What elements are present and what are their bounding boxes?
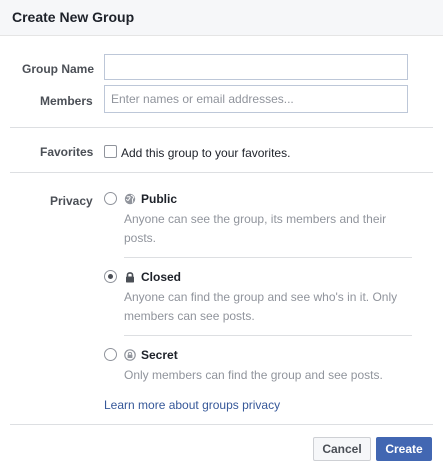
option-divider <box>124 257 412 258</box>
globe-icon <box>124 193 136 205</box>
section-divider <box>10 172 433 173</box>
learn-more-privacy-link[interactable]: Learn more about groups privacy <box>104 398 280 412</box>
lock-icon <box>126 272 134 283</box>
privacy-closed-title[interactable]: Closed <box>141 270 181 284</box>
favorites-checkbox-label[interactable]: Add this group to your favorites. <box>121 146 290 160</box>
privacy-public-radio[interactable] <box>104 192 117 205</box>
privacy-closed-radio[interactable] <box>104 270 117 283</box>
section-divider <box>10 127 433 128</box>
secret-lock-icon <box>124 349 136 361</box>
group-name-label: Group Name <box>22 62 95 76</box>
privacy-label: Privacy <box>50 194 93 208</box>
create-button[interactable]: Create <box>376 437 432 461</box>
dialog-header: Create New Group <box>0 0 443 36</box>
favorites-label: Favorites <box>40 145 94 159</box>
dialog-title: Create New Group <box>12 9 135 25</box>
favorites-checkbox[interactable] <box>104 145 117 158</box>
create-group-dialog: Create New Group Group Name Members Favo… <box>0 0 443 472</box>
privacy-secret-description: Only members can find the group and see … <box>124 368 383 382</box>
cancel-button[interactable]: Cancel <box>313 437 371 461</box>
members-label: Members <box>40 94 93 108</box>
privacy-public-description: Anyone can see the group, its members an… <box>124 212 387 245</box>
privacy-secret-radio[interactable] <box>104 348 117 361</box>
privacy-closed-description: Anyone can find the group and see who's … <box>124 290 398 323</box>
group-name-input[interactable] <box>104 54 408 80</box>
footer-divider <box>10 424 433 425</box>
privacy-public-title[interactable]: Public <box>141 192 177 206</box>
privacy-secret-title[interactable]: Secret <box>141 348 178 362</box>
option-divider <box>124 335 412 336</box>
members-input[interactable] <box>104 85 408 113</box>
